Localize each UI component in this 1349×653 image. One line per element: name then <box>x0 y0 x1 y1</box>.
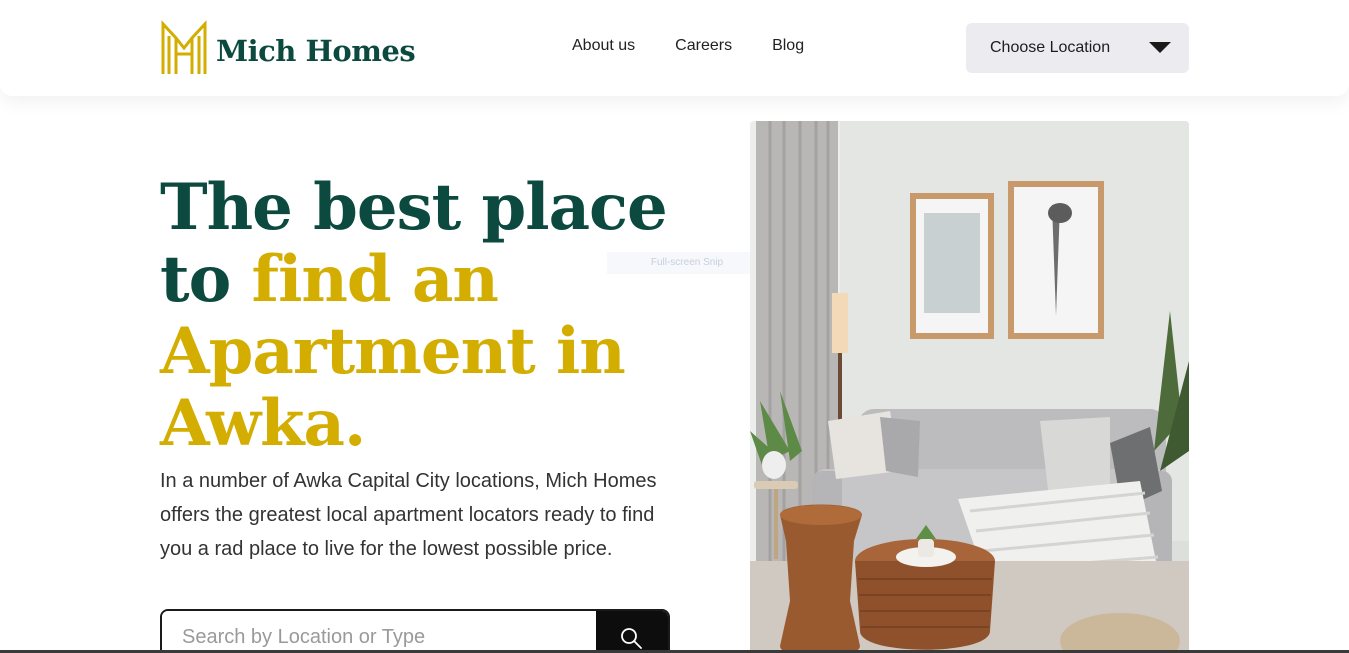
headline-line-1: The best place <box>160 170 668 245</box>
nav-link-careers[interactable]: Careers <box>675 37 732 55</box>
search-bar <box>160 609 670 653</box>
hero-headline: The best place to find an Apartment in A… <box>160 172 720 460</box>
site-header: Mich Homes About us Careers Blog Choose … <box>0 0 1349 96</box>
choose-location-label: Choose Location <box>990 39 1111 56</box>
snip-overlay-label: Full-screen Snip <box>607 252 767 274</box>
headline-line-2-start: to <box>160 242 252 317</box>
search-input[interactable] <box>162 611 596 653</box>
nav-link-about[interactable]: About us <box>572 37 635 55</box>
brand-name: Mich Homes <box>216 34 416 68</box>
main-nav: About us Careers Blog <box>572 37 804 55</box>
headline-line-2-end: find an <box>251 242 499 317</box>
caret-down-icon <box>1149 42 1171 53</box>
search-button[interactable] <box>596 611 668 653</box>
hero-photo <box>750 121 1189 653</box>
search-icon <box>621 628 642 649</box>
headline-line-3: Apartment in <box>160 314 626 389</box>
choose-location-button[interactable]: Choose Location <box>966 23 1189 73</box>
mh-monogram-icon <box>161 20 207 74</box>
hero-description: In a number of Awka Capital City locatio… <box>160 470 657 560</box>
living-room-illustration <box>750 121 1189 653</box>
brand-logo[interactable]: Mich Homes <box>160 20 416 76</box>
headline-line-4: Awka. <box>160 386 366 461</box>
nav-link-blog[interactable]: Blog <box>772 37 804 55</box>
